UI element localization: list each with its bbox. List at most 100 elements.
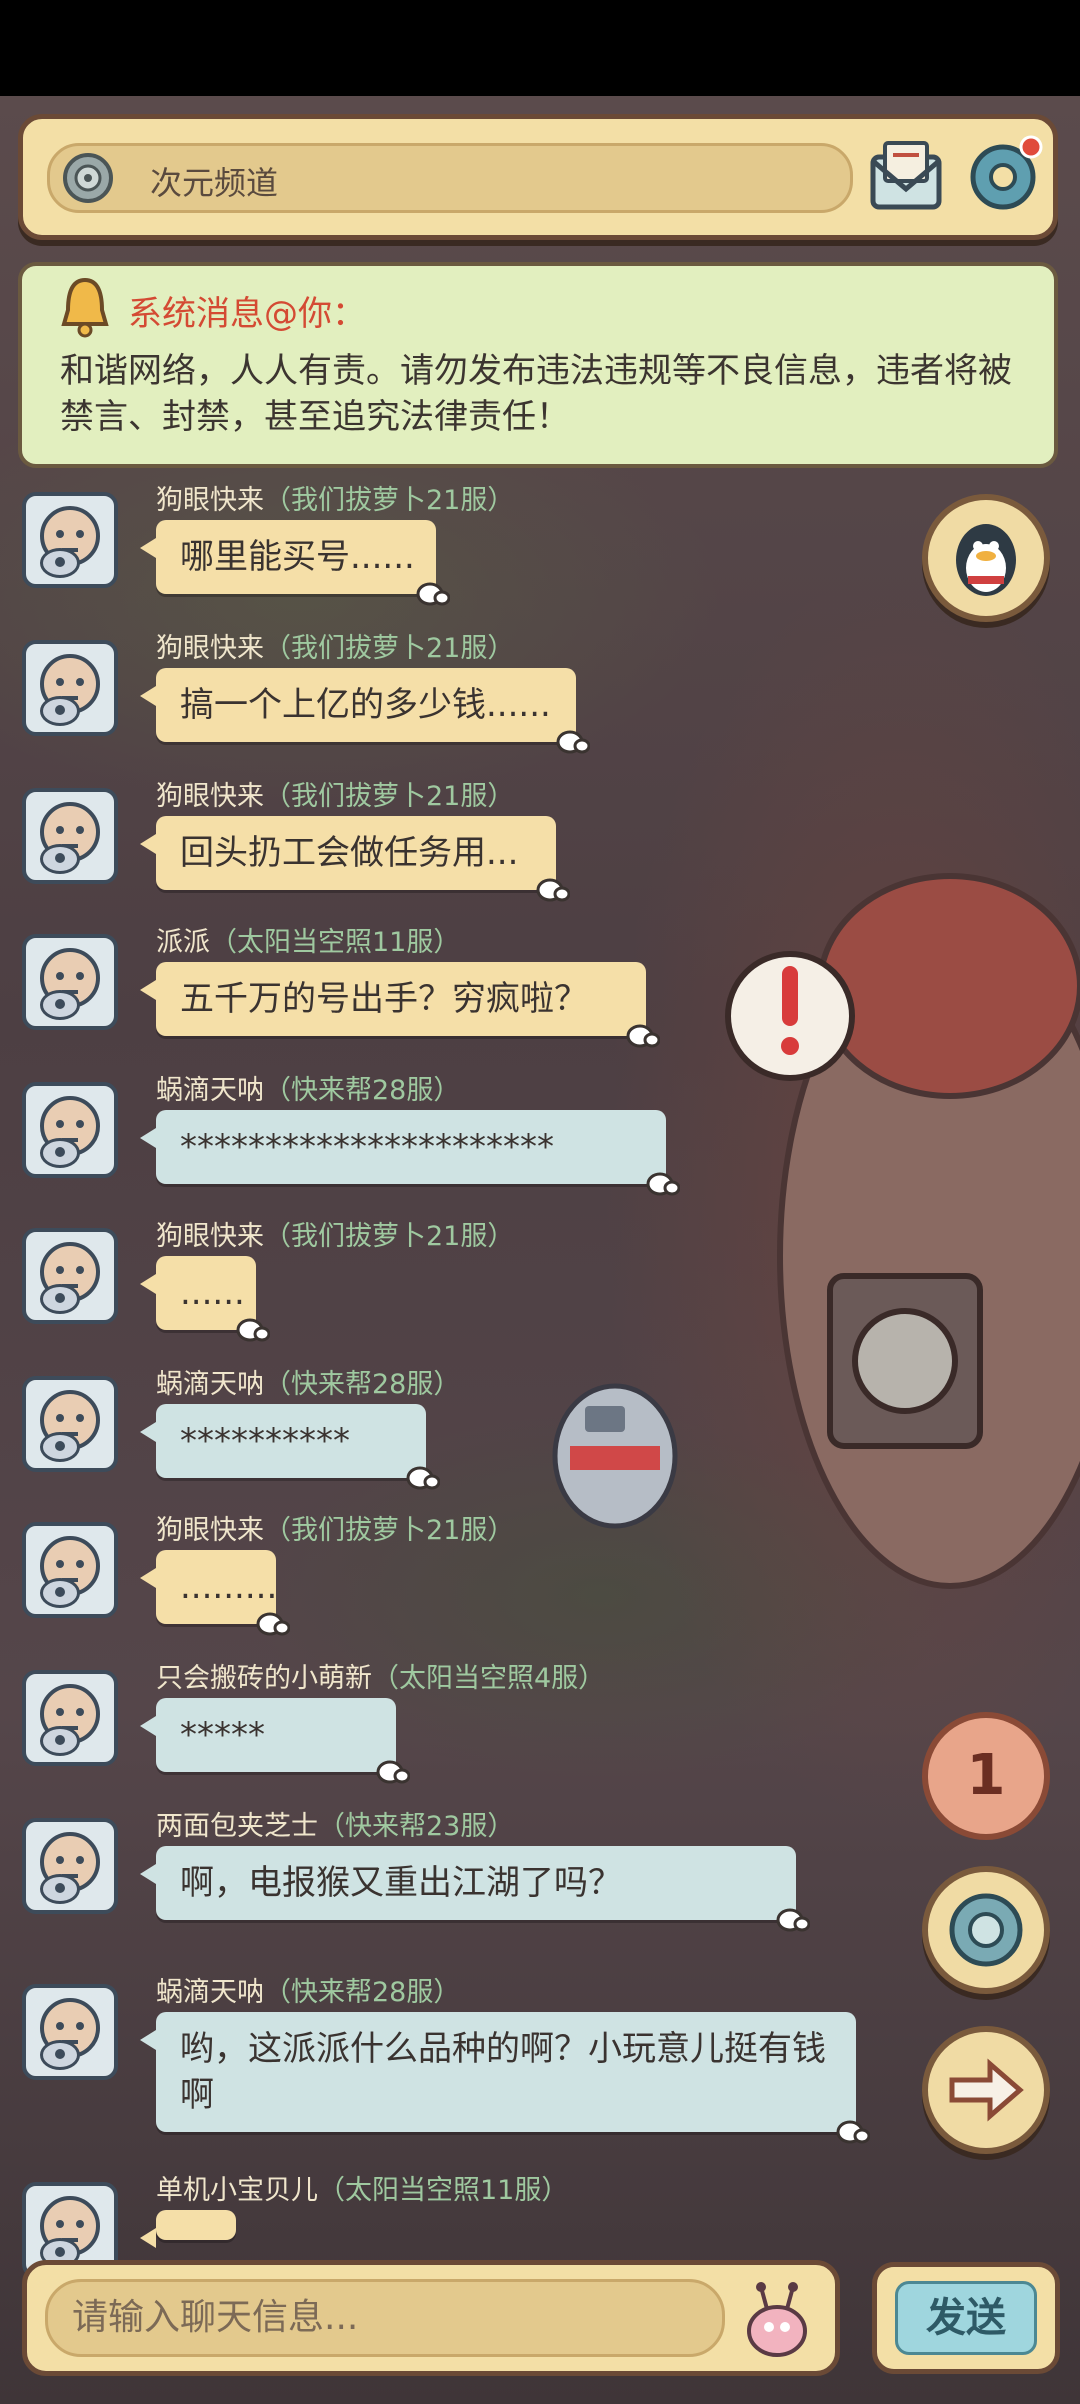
status-bar <box>0 0 1080 96</box>
user-name: 狗眼快来 <box>156 485 264 516</box>
rocket-illustration <box>725 873 1080 1589</box>
unread-count-badge[interactable]: 1 <box>922 1712 1050 1840</box>
eye-icon <box>40 1284 80 1314</box>
avatar[interactable] <box>22 1984 118 2080</box>
user-server: （太阳当空照11服） <box>210 927 461 958</box>
message-username[interactable]: 两面包夹芝士（快来帮23服） <box>156 1804 514 1843</box>
user-name: 只会搬砖的小萌新 <box>156 1663 372 1694</box>
avatar[interactable] <box>22 788 118 884</box>
message-username[interactable]: 只会搬砖的小萌新（太阳当空照4服） <box>156 1656 605 1695</box>
user-server: （快来帮28服） <box>264 1977 461 2008</box>
snail-emoji-icon[interactable] <box>739 2281 815 2359</box>
message-bubble[interactable]: ********** <box>140 1404 426 1478</box>
notice-body: 和谐网络，人人有责。请勿发布违法违规等不良信息，违者将被禁言、封禁，甚至追究法律… <box>60 351 1012 437</box>
message-bubble[interactable]: 五千万的号出手？穷疯啦？ <box>140 962 646 1036</box>
avatar[interactable] <box>22 1376 118 1472</box>
message-bubble[interactable]: ***** <box>140 1698 396 1772</box>
message-username[interactable]: 蜗滴天呐（快来帮28服） <box>156 1068 460 1107</box>
avatar[interactable] <box>22 1082 118 1178</box>
user-server: （我们拔萝卜21服） <box>264 781 515 812</box>
message-username[interactable]: 狗眼快来（我们拔萝卜21服） <box>156 774 514 813</box>
mail-icon[interactable] <box>867 139 945 213</box>
message-username[interactable]: 狗眼快来（我们拔萝卜21服） <box>156 1508 514 1547</box>
arrow-right-icon <box>949 2058 1024 2122</box>
speech-bubble-icon <box>256 1612 290 1636</box>
user-name: 单机小宝贝儿 <box>156 2175 318 2206</box>
speech-bubble-icon <box>376 1760 410 1784</box>
eye-icon <box>40 1578 80 1608</box>
notice-title: 系统消息@你： <box>128 294 366 334</box>
speech-bubble-icon <box>406 1466 440 1490</box>
robot-illustration <box>552 1383 678 1529</box>
system-notice: 系统消息@你： 和谐网络，人人有责。请勿发布违法违规等不良信息，违者将被禁言、封… <box>18 262 1058 468</box>
message-username[interactable]: 蜗滴天呐（快来帮28服） <box>156 1362 460 1401</box>
eye-icon <box>40 844 80 874</box>
bell-icon <box>61 277 109 338</box>
channel-name: 次元频道 <box>150 164 279 202</box>
speech-bubble-icon <box>556 730 590 754</box>
eye-icon <box>40 1874 80 1904</box>
gear-icon <box>970 135 1043 210</box>
speech-bubble-icon <box>236 1318 270 1342</box>
user-server: （我们拔萝卜21服） <box>264 633 515 664</box>
avatar[interactable] <box>22 1522 118 1618</box>
eye-icon <box>40 1138 80 1168</box>
eye-icon <box>40 990 80 1020</box>
speech-bubble-icon <box>626 1024 660 1048</box>
avatar[interactable] <box>22 1670 118 1766</box>
send-button[interactable]: 发送 <box>895 2281 1037 2355</box>
eye-icon <box>40 2040 80 2070</box>
user-name: 狗眼快来 <box>156 1515 264 1546</box>
user-name: 派派 <box>156 927 210 958</box>
message-bubble[interactable]: 搞一个上亿的多少钱...... <box>140 668 576 742</box>
eye-icon <box>40 1726 80 1756</box>
message-username[interactable]: 狗眼快来（我们拔萝卜21服） <box>156 1214 514 1253</box>
eye-icon <box>40 1432 80 1462</box>
message-username[interactable]: 单机小宝贝儿（太阳当空照11服） <box>156 2168 568 2207</box>
send-button-frame: 发送 <box>872 2262 1060 2374</box>
message-bubble[interactable]: ********************** <box>140 1110 666 1184</box>
user-server: （快来帮23服） <box>318 1811 515 1842</box>
eye-icon <box>40 696 80 726</box>
user-server: （太阳当空照11服） <box>318 2175 569 2206</box>
chat-input-bar: 请输入聊天信息... <box>22 2260 840 2376</box>
user-server: （快来帮28服） <box>264 1075 461 1106</box>
user-name: 蜗滴天呐 <box>156 1977 264 2008</box>
chat-header: 次元频道 <box>18 114 1058 240</box>
message-username[interactable]: 狗眼快来（我们拔萝卜21服） <box>156 478 514 517</box>
message-bubble[interactable]: 哟，这派派什么品种的啊？小玩意儿挺有钱啊 <box>140 2012 856 2132</box>
avatar[interactable] <box>22 640 118 736</box>
user-server: （快来帮28服） <box>264 1369 461 1400</box>
penguin-icon <box>956 524 1016 596</box>
message-bubble[interactable]: 啊，电报猴又重出江湖了吗？ <box>140 1846 796 1920</box>
user-server: （我们拔萝卜21服） <box>264 1221 515 1252</box>
message-bubble[interactable]: 回头扔工会做任务用... <box>140 816 556 890</box>
avatar[interactable] <box>22 934 118 1030</box>
message-bubble[interactable] <box>140 2210 236 2248</box>
user-server: （太阳当空照4服） <box>372 1663 606 1694</box>
chat-input[interactable]: 请输入聊天信息... <box>45 2279 725 2357</box>
user-server: （我们拔萝卜21服） <box>264 485 515 516</box>
qq-button[interactable] <box>922 494 1050 622</box>
user-server: （我们拔萝卜21服） <box>264 1515 515 1546</box>
message-username[interactable]: 蜗滴天呐（快来帮28服） <box>156 1970 460 2009</box>
user-name: 狗眼快来 <box>156 1221 264 1252</box>
message-username[interactable]: 派派（太阳当空照11服） <box>156 920 460 959</box>
speech-bubble-icon <box>536 878 570 902</box>
avatar[interactable] <box>22 1818 118 1914</box>
user-name: 两面包夹芝士 <box>156 1811 318 1842</box>
user-name: 蜗滴天呐 <box>156 1369 264 1400</box>
settings-button[interactable] <box>963 133 1045 215</box>
message-username[interactable]: 狗眼快来（我们拔萝卜21服） <box>156 626 514 665</box>
speech-bubble-icon <box>836 2120 870 2144</box>
user-name: 狗眼快来 <box>156 781 264 812</box>
message-bubble[interactable]: 哪里能买号...... <box>140 520 436 594</box>
avatar[interactable] <box>22 492 118 588</box>
avatar[interactable] <box>22 1228 118 1324</box>
speech-bubble-icon <box>776 1908 810 1932</box>
user-name: 蜗滴天呐 <box>156 1075 264 1106</box>
channel-switch-button[interactable] <box>922 1866 1050 1994</box>
portal-icon <box>949 1893 1023 1967</box>
channel-selector[interactable]: 次元频道 <box>47 143 853 213</box>
next-button[interactable] <box>922 2026 1050 2154</box>
